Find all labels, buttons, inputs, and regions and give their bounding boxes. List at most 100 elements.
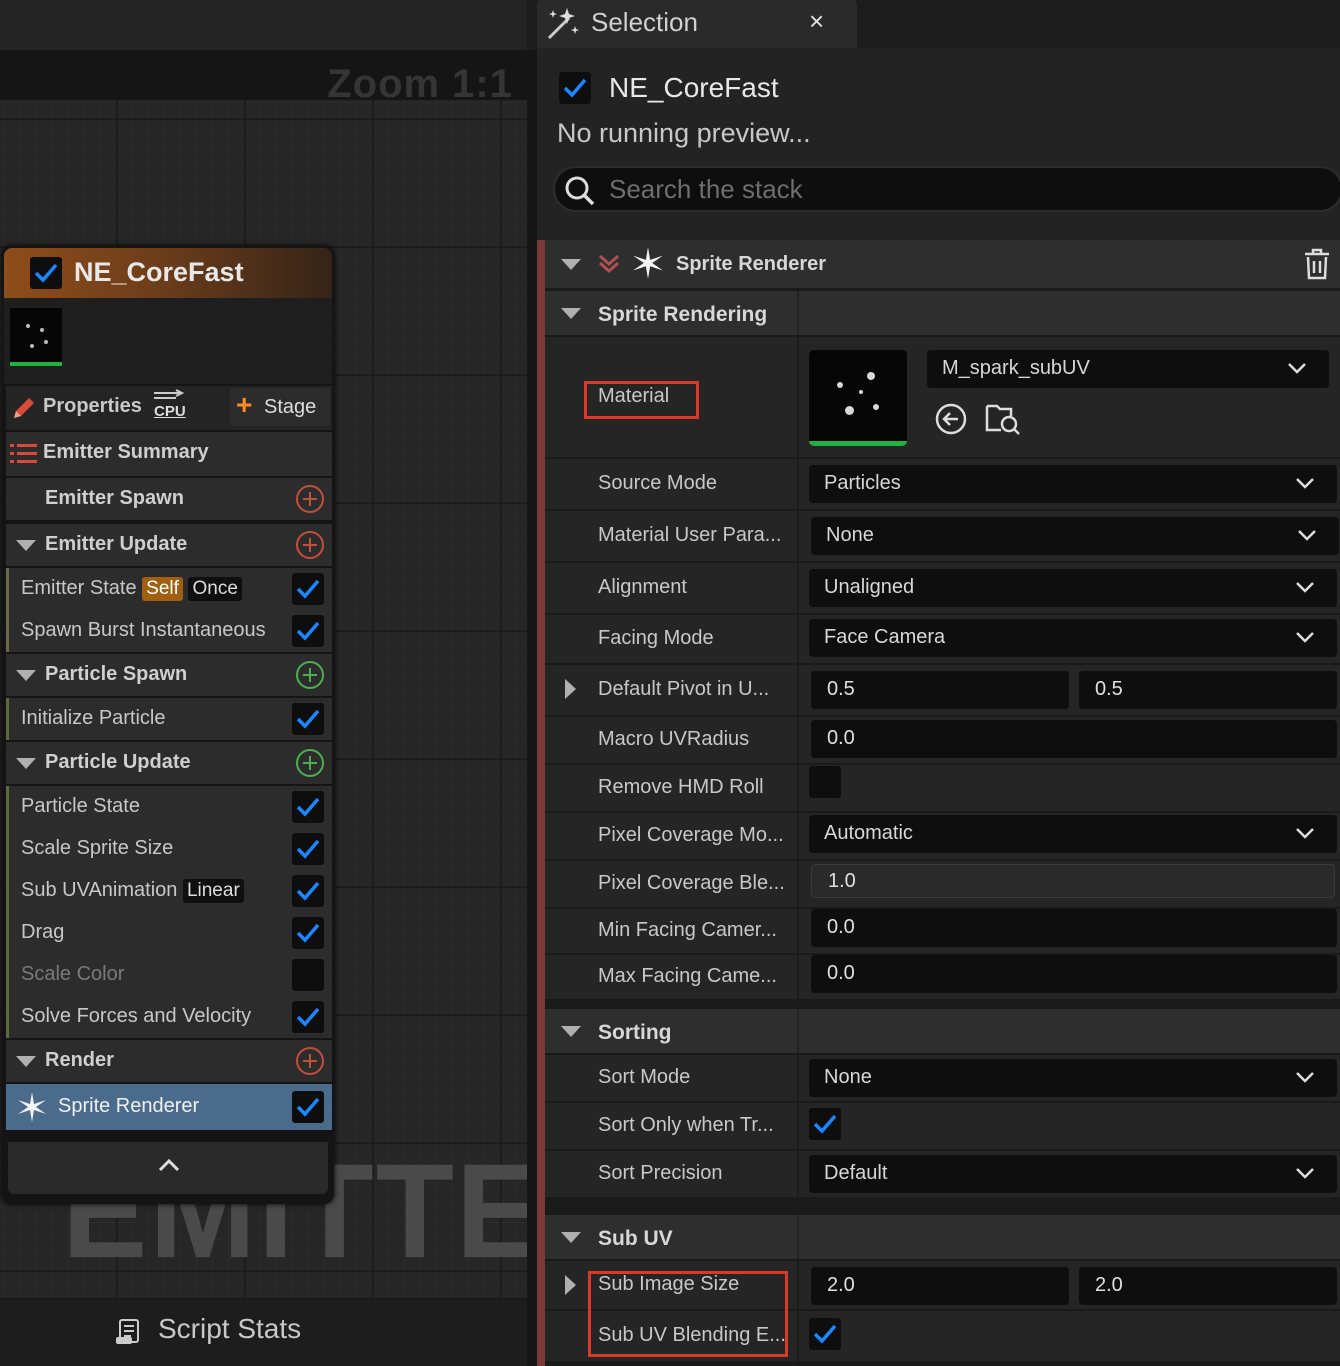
expand-arrow-icon[interactable]: [565, 679, 576, 699]
sorting-label: Sorting: [598, 1021, 672, 1044]
collapse-arrow-icon[interactable]: [561, 1026, 581, 1037]
node-collapse-bar[interactable]: [8, 1142, 328, 1194]
pixel-coverage-blend-input[interactable]: 1.0: [811, 864, 1335, 898]
sub-uv-animation-module[interactable]: Sub UVAnimation Linear: [6, 870, 332, 912]
chevron-down-icon: [1296, 1168, 1314, 1179]
spawn-burst-checkbox[interactable]: [292, 615, 324, 647]
collapse-arrow-icon[interactable]: [561, 308, 581, 319]
source-mode-value: Particles: [824, 472, 901, 494]
emitter-enable-checkbox[interactable]: [30, 257, 62, 289]
particle-state-checkbox[interactable]: [292, 791, 324, 823]
render-row[interactable]: Render: [6, 1040, 332, 1082]
add-emitter-update-module-icon[interactable]: [296, 531, 324, 559]
expand-arrow-icon[interactable]: [565, 1275, 576, 1295]
macro-uv-radius-input[interactable]: 0.0: [811, 720, 1337, 758]
scale-sprite-size-label: Scale Sprite Size: [21, 837, 174, 859]
close-icon[interactable]: ×: [809, 6, 824, 37]
particle-spawn-row[interactable]: Particle Spawn: [6, 654, 332, 696]
pixel-coverage-mode-label: Pixel Coverage Mo...: [598, 824, 784, 846]
sprite-renderer-header[interactable]: Sprite Renderer: [545, 240, 1340, 288]
sprite-renderer-checkbox[interactable]: [292, 1091, 324, 1123]
material-thumbnail[interactable]: [809, 350, 907, 446]
sub-uv-highlight: [588, 1271, 788, 1357]
tab-selection-label: Selection: [591, 7, 698, 37]
tab-selection[interactable]: Selection ×: [537, 0, 857, 48]
collapse-arrow-icon[interactable]: [16, 670, 36, 681]
stack-search-box[interactable]: [553, 166, 1340, 212]
zoom-label: Zoom 1:1: [327, 62, 513, 106]
collapse-arrow-icon[interactable]: [16, 540, 36, 551]
sort-mode-label: Sort Mode: [598, 1066, 691, 1088]
add-stage-button[interactable]: + Stage: [230, 388, 330, 426]
collapse-arrow-icon[interactable]: [561, 259, 581, 270]
drag-module[interactable]: Drag: [6, 912, 332, 954]
scale-color-checkbox[interactable]: [292, 959, 324, 991]
sub-uv-blending-checkbox[interactable]: [809, 1318, 841, 1350]
emitter-enable-checkbox[interactable]: [559, 72, 591, 104]
search-input[interactable]: [609, 172, 1309, 206]
collapse-arrow-icon[interactable]: [16, 758, 36, 769]
chevron-down-icon: [1296, 632, 1314, 643]
sort-precision-dropdown[interactable]: Default: [809, 1155, 1337, 1193]
emitter-node[interactable]: NE_CoreFast Properties CPU + Stage Emitt…: [2, 246, 334, 1204]
scale-color-module[interactable]: Scale Color: [6, 954, 332, 996]
emitter-spawn-row[interactable]: Emitter Spawn: [6, 478, 332, 520]
sub-image-size-x-input[interactable]: 2.0: [811, 1267, 1069, 1305]
script-stats-tab[interactable]: Script Stats: [0, 1298, 527, 1366]
emitter-summary-row[interactable]: Emitter Summary: [6, 432, 332, 476]
remove-hmd-roll-row: Remove HMD Roll: [545, 765, 1340, 811]
initialize-particle-module[interactable]: Initialize Particle: [6, 698, 332, 740]
default-pivot-x-input[interactable]: 0.5: [811, 671, 1069, 709]
sort-mode-dropdown[interactable]: None: [809, 1059, 1337, 1097]
remove-hmd-roll-checkbox[interactable]: [809, 766, 841, 798]
source-mode-dropdown[interactable]: Particles: [809, 465, 1337, 503]
emitter-update-row[interactable]: Emitter Update: [6, 524, 332, 566]
sub-uv-section[interactable]: Sub UV: [545, 1215, 1340, 1259]
emitter-state-module[interactable]: Emitter State Self Once: [6, 568, 332, 610]
use-selected-asset-icon[interactable]: [934, 402, 968, 436]
collapse-arrow-icon[interactable]: [16, 1056, 36, 1067]
particle-state-module[interactable]: Particle State: [6, 786, 332, 828]
trash-icon[interactable]: [1303, 248, 1331, 280]
scale-sprite-size-checkbox[interactable]: [292, 833, 324, 865]
particle-update-label: Particle Update: [45, 751, 191, 773]
facing-mode-dropdown[interactable]: Face Camera: [809, 619, 1337, 657]
sort-only-translucent-row: Sort Only when Tr...: [545, 1103, 1340, 1149]
add-renderer-icon[interactable]: [296, 1047, 324, 1075]
solve-forces-checkbox[interactable]: [292, 1001, 324, 1033]
sub-uv-animation-checkbox[interactable]: [292, 875, 324, 907]
alignment-dropdown[interactable]: Unaligned: [809, 569, 1337, 607]
particle-update-row[interactable]: Particle Update: [6, 742, 332, 784]
sorting-section[interactable]: Sorting: [545, 1009, 1340, 1053]
pixel-coverage-mode-dropdown[interactable]: Automatic: [809, 815, 1337, 853]
add-particle-spawn-module-icon[interactable]: [296, 661, 324, 689]
solve-forces-label: Solve Forces and Velocity: [21, 1005, 252, 1027]
emitter-node-header[interactable]: NE_CoreFast: [4, 248, 332, 298]
emitter-thumbnail[interactable]: [10, 308, 62, 366]
niagara-graph[interactable]: Zoom 1:1 EMITTER NE_CoreFast Properties: [0, 0, 527, 1366]
browse-asset-icon[interactable]: [985, 400, 1021, 436]
max-facing-camera-input[interactable]: 0.0: [811, 955, 1337, 993]
chevrons-down-icon: [599, 254, 619, 274]
material-user-param-dropdown[interactable]: None: [811, 517, 1339, 555]
add-particle-update-module-icon[interactable]: [296, 749, 324, 777]
properties-label: Properties: [43, 395, 142, 417]
solve-forces-module[interactable]: Solve Forces and Velocity: [6, 996, 332, 1038]
chevron-down-icon: [1296, 582, 1314, 593]
scale-sprite-size-module[interactable]: Scale Sprite Size: [6, 828, 332, 870]
sort-only-translucent-checkbox[interactable]: [809, 1108, 841, 1140]
drag-checkbox[interactable]: [292, 917, 324, 949]
emitter-state-checkbox[interactable]: [292, 573, 324, 605]
initialize-particle-checkbox[interactable]: [292, 703, 324, 735]
sprite-renderer-item[interactable]: Sprite Renderer: [6, 1084, 332, 1130]
properties-row[interactable]: Properties CPU + Stage: [6, 386, 332, 430]
min-facing-camera-input[interactable]: 0.0: [811, 909, 1337, 947]
sprite-rendering-section[interactable]: Sprite Rendering: [545, 291, 1340, 335]
sub-image-size-y-input[interactable]: 2.0: [1079, 1267, 1337, 1305]
material-dropdown[interactable]: M_spark_subUV: [927, 350, 1329, 388]
preview-status: No running preview...: [557, 118, 811, 148]
add-emitter-spawn-module-icon[interactable]: [296, 485, 324, 513]
collapse-arrow-icon[interactable]: [561, 1232, 581, 1243]
spawn-burst-module[interactable]: Spawn Burst Instantaneous: [6, 610, 332, 652]
default-pivot-y-input[interactable]: 0.5: [1079, 671, 1337, 709]
